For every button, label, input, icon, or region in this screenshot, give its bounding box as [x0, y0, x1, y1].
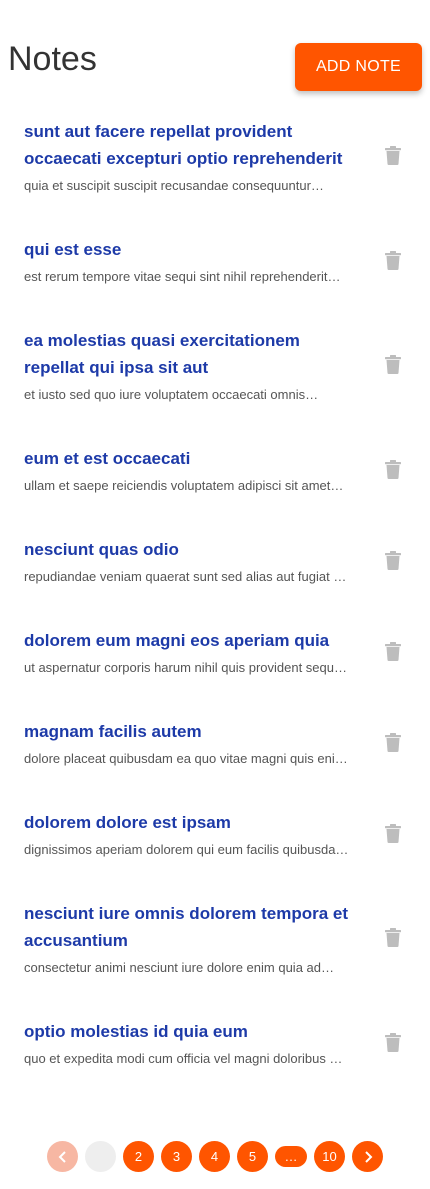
- note-item[interactable]: optio molestias id quia eum quo et expedi…: [0, 1018, 430, 1068]
- note-title[interactable]: nesciunt quas odio: [24, 536, 382, 563]
- note-excerpt: ullam et saepe reiciendis voluptatem adi…: [24, 478, 344, 493]
- note-item[interactable]: dolorem dolore est ipsam dignissimos aper…: [0, 809, 430, 859]
- note-title[interactable]: eum et est occaecati: [24, 445, 382, 472]
- page-button[interactable]: 5: [237, 1141, 268, 1172]
- note-title[interactable]: accusantium: [24, 927, 382, 954]
- page-title: Notes: [8, 40, 97, 78]
- note-excerpt: quo et expedita modi cum officia vel mag…: [24, 1051, 343, 1066]
- trash-icon[interactable]: [385, 928, 403, 948]
- note-excerpt: dolore placeat quibusdam ea quo vitae ma…: [24, 751, 348, 766]
- trash-icon[interactable]: [385, 460, 403, 480]
- trash-icon[interactable]: [385, 146, 403, 166]
- chevron-right-icon: [364, 1150, 372, 1163]
- note-excerpt: dignissimos aperiam dolorem qui eum faci…: [24, 842, 349, 857]
- trash-icon[interactable]: [385, 355, 403, 375]
- note-item[interactable]: nesciunt iure omnis dolorem tempora et ac…: [0, 900, 430, 977]
- pagination: 1 2 3 4 5 … 10: [47, 1141, 383, 1172]
- note-item[interactable]: eum et est occaecati ullam et saepe reici…: [0, 445, 430, 495]
- trash-icon[interactable]: [385, 1033, 403, 1053]
- note-title[interactable]: ea molestias quasi exercitationem: [24, 327, 382, 354]
- page-button-last[interactable]: 10: [314, 1141, 345, 1172]
- page-button[interactable]: 3: [161, 1141, 192, 1172]
- note-title[interactable]: optio molestias id quia eum: [24, 1018, 382, 1045]
- prev-page-button[interactable]: [47, 1141, 78, 1172]
- page-button-current[interactable]: 1: [85, 1141, 116, 1172]
- chevron-left-icon: [58, 1150, 66, 1163]
- note-item[interactable]: ea molestias quasi exercitationem repella…: [0, 327, 430, 404]
- note-excerpt: repudiandae veniam quaerat sunt sed alia…: [24, 569, 347, 584]
- note-title[interactable]: qui est esse: [24, 236, 382, 263]
- trash-icon[interactable]: [385, 251, 403, 271]
- note-title[interactable]: nesciunt iure omnis dolorem tempora et: [24, 900, 382, 927]
- page-button[interactable]: 2: [123, 1141, 154, 1172]
- page-button[interactable]: 4: [199, 1141, 230, 1172]
- note-excerpt: ut aspernatur corporis harum nihil quis …: [24, 660, 348, 675]
- note-item[interactable]: magnam facilis autem dolore placeat quibu…: [0, 718, 430, 768]
- note-title[interactable]: repellat qui ipsa sit aut: [24, 354, 382, 381]
- trash-icon[interactable]: [385, 733, 403, 753]
- note-excerpt: quia et suscipit suscipit recusandae con…: [24, 178, 324, 193]
- trash-icon[interactable]: [385, 824, 403, 844]
- note-item[interactable]: qui est esse est rerum tempore vitae sequ…: [0, 236, 430, 286]
- note-title[interactable]: magnam facilis autem: [24, 718, 382, 745]
- note-title[interactable]: occaecati excepturi optio reprehenderit: [24, 145, 382, 172]
- page-ellipsis: …: [275, 1146, 307, 1167]
- trash-icon[interactable]: [385, 642, 403, 662]
- note-excerpt: consectetur animi nesciunt iure dolore e…: [24, 960, 335, 975]
- note-excerpt: est rerum tempore vitae sequi sint nihil…: [24, 269, 341, 284]
- trash-icon[interactable]: [385, 551, 403, 571]
- note-item[interactable]: nesciunt quas odio repudiandae veniam qua…: [0, 536, 430, 586]
- note-item[interactable]: dolorem eum magni eos aperiam quia ut asp…: [0, 627, 430, 677]
- note-excerpt: et iusto sed quo iure voluptatem occaeca…: [24, 387, 319, 402]
- note-title[interactable]: sunt aut facere repellat provident: [24, 118, 382, 145]
- note-title[interactable]: dolorem dolore est ipsam: [24, 809, 382, 836]
- note-title[interactable]: dolorem eum magni eos aperiam quia: [24, 627, 382, 654]
- next-page-button[interactable]: [352, 1141, 383, 1172]
- header: Notes ADD NOTE: [0, 0, 430, 100]
- add-note-button[interactable]: ADD NOTE: [295, 43, 422, 91]
- note-item[interactable]: sunt aut facere repellat provident occaec…: [0, 118, 430, 195]
